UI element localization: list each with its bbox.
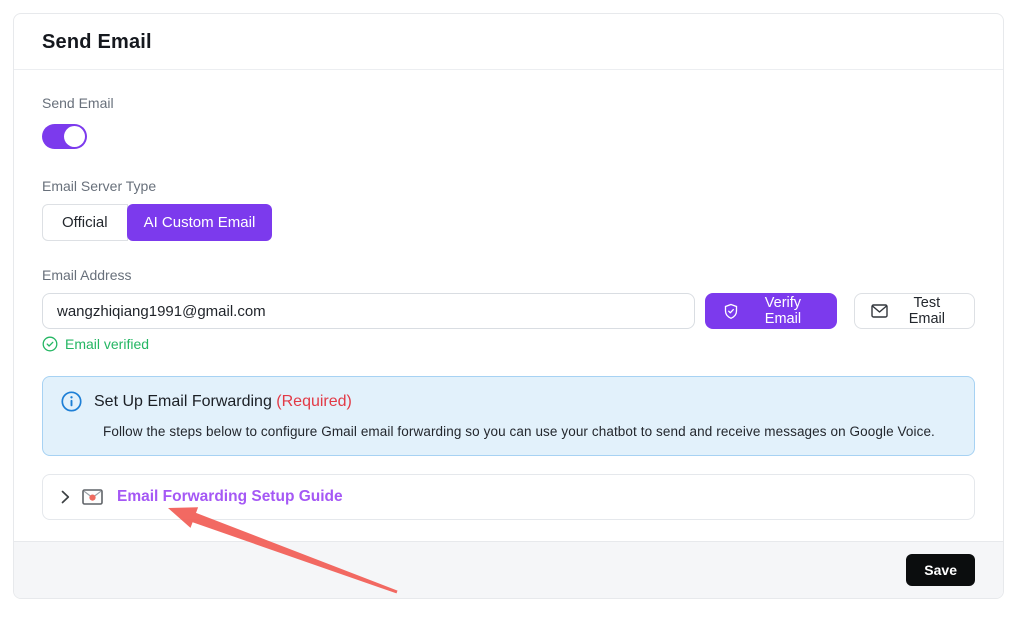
test-email-button[interactable]: Test Email <box>854 293 975 329</box>
save-button[interactable]: Save <box>906 554 975 586</box>
info-title-row: Set Up Email Forwarding (Required) <box>61 391 954 412</box>
card-body: Send Email Email Server Type Official AI… <box>14 70 1003 541</box>
shield-check-icon <box>723 303 739 320</box>
info-box-title: Set Up Email Forwarding (Required) <box>94 393 352 411</box>
server-type-ai-custom-button[interactable]: AI Custom Email <box>127 204 273 241</box>
card-header: Send Email <box>14 14 1003 70</box>
email-address-row: Verify Email Test Email <box>42 293 975 329</box>
send-email-card: Send Email Send Email Email Server Type … <box>13 13 1004 599</box>
info-box-description: Follow the steps below to configure Gmai… <box>103 424 954 439</box>
test-email-label: Test Email <box>896 295 958 327</box>
toggle-knob <box>64 126 85 147</box>
verify-email-label: Verify Email <box>747 295 819 327</box>
info-icon <box>61 391 82 412</box>
email-verified-text: Email verified <box>65 336 149 352</box>
email-envelope-seal-icon <box>82 489 103 505</box>
card-footer: Save <box>14 541 1003 598</box>
envelope-icon <box>871 304 888 318</box>
email-address-label: Email Address <box>42 267 975 283</box>
email-address-input[interactable] <box>42 293 695 329</box>
required-badge: (Required) <box>276 393 352 410</box>
send-email-toggle[interactable] <box>42 124 87 149</box>
send-email-toggle-label: Send Email <box>42 95 975 111</box>
email-verified-status: Email verified <box>42 336 975 352</box>
email-server-type-group: Official AI Custom Email <box>42 204 272 241</box>
email-forwarding-setup-guide-accordion[interactable]: Email Forwarding Setup Guide <box>42 474 975 520</box>
page-title: Send Email <box>42 31 975 54</box>
guide-label[interactable]: Email Forwarding Setup Guide <box>117 488 343 506</box>
verify-email-button[interactable]: Verify Email <box>705 293 837 329</box>
email-server-type-label: Email Server Type <box>42 178 975 194</box>
chevron-right-icon[interactable] <box>61 490 70 504</box>
server-type-official-button[interactable]: Official <box>42 204 128 241</box>
email-forwarding-info-box: Set Up Email Forwarding (Required) Follo… <box>42 376 975 456</box>
circle-check-icon <box>42 336 58 352</box>
